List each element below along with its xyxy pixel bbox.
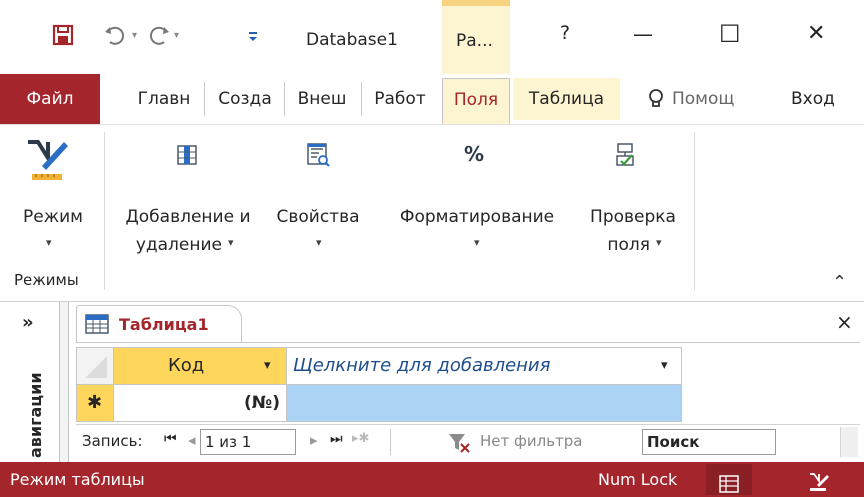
contextual-tab-title: Ра... xyxy=(456,31,493,51)
view-mode-label: Режим xyxy=(23,207,83,227)
formatting-label: Форматирование xyxy=(399,207,555,227)
save-icon[interactable] xyxy=(52,24,74,46)
status-mode: Режим таблицы xyxy=(10,470,145,489)
properties-icon xyxy=(306,142,330,168)
formatting-icon: % xyxy=(464,142,485,166)
new-row-selector[interactable]: ✱ xyxy=(76,384,114,422)
column-add-chevron-icon[interactable]: ▾ xyxy=(661,358,668,373)
field-validation-label-line1: Проверка xyxy=(590,207,676,227)
column-filter-chevron-icon[interactable]: ▾ xyxy=(264,358,271,373)
tab-home[interactable]: Главн xyxy=(129,78,199,120)
nav-pane-label: авигации xyxy=(26,372,45,458)
chevron-down-icon: ▾ xyxy=(474,236,480,249)
group-divider xyxy=(694,132,695,290)
record-label: Запись: xyxy=(82,432,143,450)
tab-database-tools[interactable]: Работ xyxy=(364,78,436,120)
current-record-field[interactable]: 1 из 1 xyxy=(200,429,296,455)
tell-me-search[interactable]: Помощь xyxy=(672,89,736,109)
file-tab[interactable]: Файл xyxy=(0,74,100,124)
sign-in-link[interactable]: Вход xyxy=(791,89,835,109)
redo-dropdown-icon[interactable]: ▾ xyxy=(174,30,179,41)
maximize-button[interactable]: ☐ xyxy=(719,20,741,48)
add-delete-label-line1: Добавление и xyxy=(125,207,251,227)
close-table-button[interactable]: × xyxy=(836,310,853,334)
nav-pane-label-wrap[interactable]: авигации xyxy=(24,346,48,458)
chevron-down-icon: ▾ xyxy=(228,236,234,249)
tab-separator xyxy=(284,82,285,116)
access-window: ▾ ▾ Database1 Ра... ? — ☐ ✕ Файл Главн С… xyxy=(0,0,864,497)
table-icon xyxy=(85,314,109,334)
record-navigation-bar: Запись: ⏮ ◂ 1 из 1 ▸ ⏭ ▸✱ Нет фильтра По… xyxy=(76,424,860,460)
tab-underline xyxy=(76,342,860,343)
current-record-value: 1 из 1 xyxy=(205,433,252,451)
properties-label: Свойства xyxy=(276,207,360,227)
tab-separator xyxy=(361,82,362,116)
formatting-button[interactable]: % Форматирование ▾ xyxy=(380,136,574,266)
add-delete-button[interactable]: Добавление и удаление ▾ xyxy=(110,136,266,266)
column-header-add-new[interactable]: Щелкните для добавления ▾ xyxy=(286,347,682,385)
column-header-id-label: Код xyxy=(168,355,205,376)
chevron-down-icon: ▾ xyxy=(656,236,662,249)
scrollbar-corner xyxy=(840,427,858,457)
lightbulb-icon[interactable] xyxy=(648,88,664,110)
cell-id-new[interactable]: (№) xyxy=(113,384,287,422)
contextual-tab-accent xyxy=(442,0,510,6)
datasheet-view-icon xyxy=(719,470,739,493)
last-record-button[interactable]: ⏭ xyxy=(330,431,343,447)
add-delete-label-line2: удаление xyxy=(135,235,222,255)
prev-record-button[interactable]: ◂ xyxy=(188,431,196,449)
status-numlock: Num Lock xyxy=(598,470,678,489)
field-validation-button[interactable]: Проверка поля ▾ xyxy=(578,136,688,266)
cell-add-new[interactable] xyxy=(286,384,682,422)
window-title: Database1 xyxy=(306,30,398,50)
tab-table1-label: Таблица1 xyxy=(119,315,209,334)
title-bar: ▾ ▾ Database1 Ра... ? — ☐ ✕ xyxy=(0,0,864,74)
add-delete-icon xyxy=(176,144,198,166)
tab-separator xyxy=(204,82,205,116)
tab-table1[interactable]: Таблица1 xyxy=(76,305,242,343)
chevron-down-icon: ▾ xyxy=(46,236,52,249)
help-button[interactable]: ? xyxy=(560,22,570,44)
nav-pane-toggle-button[interactable]: » xyxy=(22,312,34,333)
datasheet-view-button[interactable] xyxy=(706,464,752,495)
select-all-corner[interactable] xyxy=(76,347,114,385)
properties-button[interactable]: Свойства ▾ xyxy=(270,136,374,266)
undo-icon[interactable] xyxy=(104,24,128,46)
ribbon-group-label: Режимы xyxy=(14,271,79,289)
customize-qat-icon[interactable] xyxy=(246,28,260,44)
tab-create[interactable]: Созда xyxy=(208,78,282,120)
navigation-pane: » авигации xyxy=(0,302,60,462)
tab-external-data[interactable]: Внеш xyxy=(287,78,357,120)
field-validation-label-line2: поля xyxy=(607,235,650,255)
design-view-button[interactable] xyxy=(796,464,842,495)
chevron-down-icon: ▾ xyxy=(316,236,322,249)
undo-dropdown-icon[interactable]: ▾ xyxy=(132,30,137,41)
divider xyxy=(390,429,391,455)
column-header-add-new-label: Щелкните для добавления xyxy=(293,355,551,376)
minimize-button[interactable]: — xyxy=(633,22,653,46)
search-input[interactable]: Поиск xyxy=(642,429,776,455)
column-header-id[interactable]: Код ▾ xyxy=(113,347,287,385)
next-record-button[interactable]: ▸ xyxy=(310,431,318,449)
new-record-button[interactable]: ▸✱ xyxy=(352,431,369,446)
search-placeholder: Поиск xyxy=(647,433,700,451)
new-row-asterisk-icon: ✱ xyxy=(87,392,103,413)
collapse-ribbon-button[interactable]: ⌃ xyxy=(832,272,847,293)
view-mode-button[interactable]: Режим ▾ xyxy=(14,136,92,266)
group-divider xyxy=(104,132,105,290)
field-validation-icon xyxy=(614,142,638,168)
view-mode-icon xyxy=(22,136,70,184)
filter-status[interactable]: Нет фильтра xyxy=(480,432,582,450)
first-record-button[interactable]: ⏮ xyxy=(164,431,177,447)
design-view-icon xyxy=(808,469,830,491)
close-button[interactable]: ✕ xyxy=(807,21,825,46)
status-bar: Режим таблицы Num Lock xyxy=(0,462,864,497)
filter-icon xyxy=(448,433,472,453)
redo-icon[interactable] xyxy=(146,24,170,46)
cell-id-new-value: (№) xyxy=(244,393,280,413)
tab-fields[interactable]: Поля xyxy=(442,78,510,124)
tab-table[interactable]: Таблица xyxy=(513,78,620,120)
